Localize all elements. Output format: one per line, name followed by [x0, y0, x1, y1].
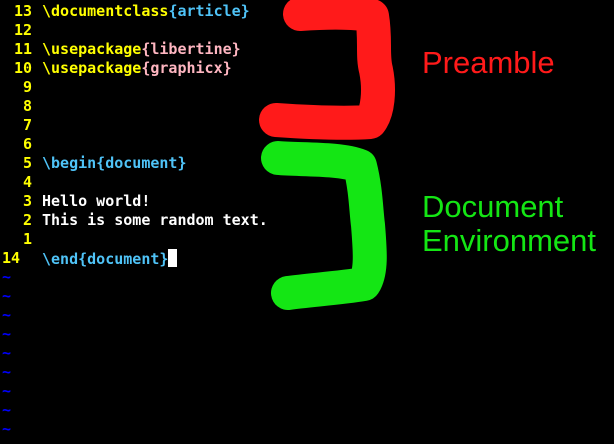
preamble-bracket-stroke: [259, 0, 395, 140]
document-annotation-line1: Document: [422, 189, 564, 224]
preamble-annotation-text: Preamble: [422, 45, 555, 80]
document-annotation-line2: Environment: [422, 223, 597, 258]
document-bracket-stroke: [261, 141, 387, 310]
annotated-editor-screenshot: 13 \documentclass{article} 12 11 \usepackage…: [0, 0, 614, 444]
preamble-annotation: Preamble: [422, 46, 555, 80]
document-environment-annotation: Document Environment: [422, 190, 596, 258]
